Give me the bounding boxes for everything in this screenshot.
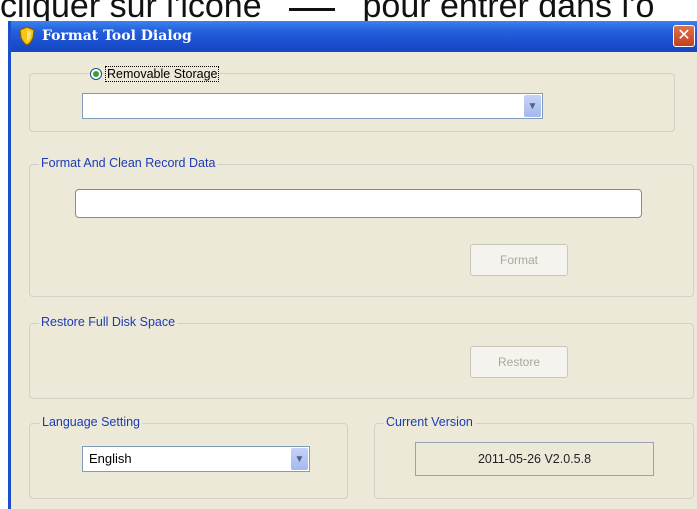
format-group-label: Format And Clean Record Data: [39, 156, 218, 170]
restore-group: Restore Full Disk Space: [29, 315, 694, 399]
format-group: Format And Clean Record Data: [29, 156, 694, 297]
removable-storage-radio[interactable]: [90, 68, 102, 80]
format-progress-field: [75, 189, 642, 218]
restore-group-label: Restore Full Disk Space: [39, 315, 178, 329]
storage-drive-select[interactable]: ▼: [82, 93, 543, 119]
underlined-arrow-glyph: [289, 6, 336, 11]
language-group-label: Language Setting: [40, 415, 143, 429]
format-button[interactable]: Format: [470, 244, 568, 276]
restore-button[interactable]: Restore: [470, 346, 568, 378]
format-tool-dialog: Format Tool Dialog ✕ Removable Storage ▼…: [8, 21, 697, 509]
chevron-down-icon[interactable]: ▼: [291, 448, 308, 470]
title-bar[interactable]: Format Tool Dialog ✕: [11, 21, 697, 52]
removable-storage-label[interactable]: Removable Storage: [105, 66, 220, 82]
version-group-label: Current Version: [384, 415, 475, 429]
close-button[interactable]: ✕: [673, 25, 695, 47]
language-select[interactable]: English ▼: [82, 446, 310, 472]
shield-icon: [19, 26, 35, 46]
chevron-down-icon[interactable]: ▼: [524, 95, 541, 117]
dialog-title: Format Tool Dialog: [42, 28, 192, 44]
language-select-value: English: [89, 451, 132, 466]
current-version-value: 2011-05-26 V2.0.5.8: [415, 442, 654, 476]
